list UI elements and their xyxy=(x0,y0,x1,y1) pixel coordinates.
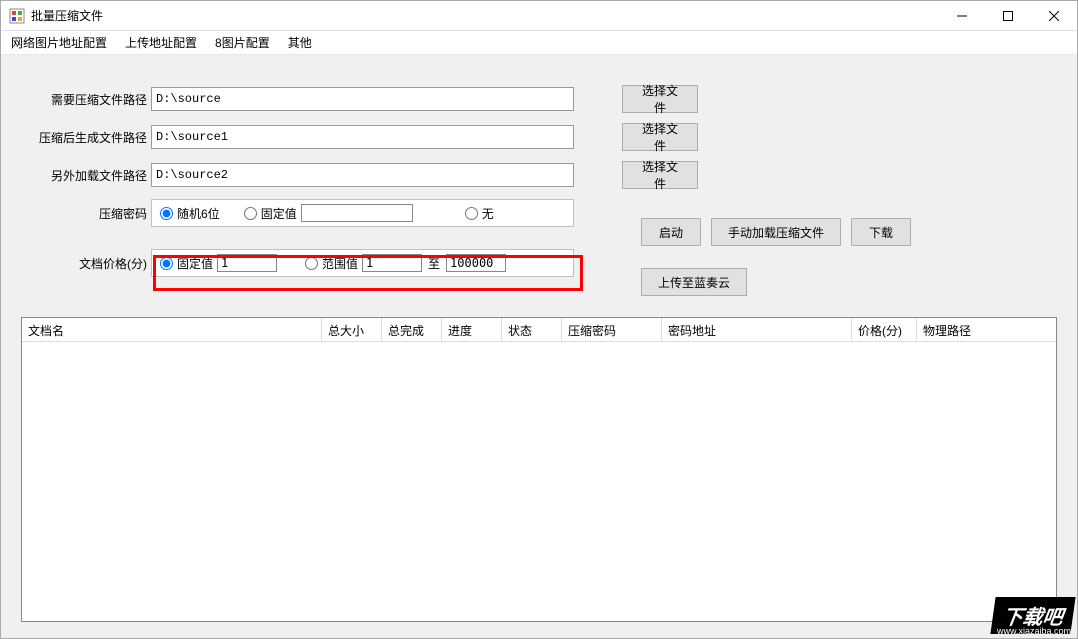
col-totalsize[interactable]: 总大小 xyxy=(322,318,382,341)
price-range-label: 范围值 xyxy=(322,255,358,272)
price-fixed-radio[interactable] xyxy=(160,257,173,270)
extra-path-label: 另外加载文件路径 xyxy=(21,167,151,184)
maximize-button[interactable] xyxy=(985,1,1031,31)
password-random-label: 随机6位 xyxy=(177,205,220,222)
app-icon xyxy=(9,8,25,24)
menu-network-img[interactable]: 网络图片地址配置 xyxy=(11,34,107,51)
password-random-radio[interactable] xyxy=(160,207,173,220)
col-progress[interactable]: 进度 xyxy=(442,318,502,341)
col-totaldone[interactable]: 总完成 xyxy=(382,318,442,341)
start-button[interactable]: 启动 xyxy=(641,218,701,246)
select-extra-button[interactable]: 选择文件 xyxy=(622,161,698,189)
source-path-label: 需要压缩文件路径 xyxy=(21,91,151,108)
price-range-to-input[interactable] xyxy=(446,254,506,272)
password-none-radio[interactable] xyxy=(465,207,478,220)
main-window: 批量压缩文件 网络图片地址配置 上传地址配置 8图片配置 其他 需要压缩文件路径… xyxy=(0,0,1078,639)
password-group: 随机6位 固定值 无 xyxy=(151,199,574,227)
window-title: 批量压缩文件 xyxy=(31,7,103,24)
manual-load-button[interactable]: 手动加载压缩文件 xyxy=(711,218,841,246)
table-header: 文档名 总大小 总完成 进度 状态 压缩密码 密码地址 价格(分) 物理路径 xyxy=(22,318,1056,342)
action-buttons-row1: 启动 手动加载压缩文件 下载 xyxy=(641,218,911,246)
password-fixed-input[interactable] xyxy=(301,204,413,222)
price-fixed-label: 固定值 xyxy=(177,255,213,272)
col-password[interactable]: 压缩密码 xyxy=(562,318,662,341)
output-path-label: 压缩后生成文件路径 xyxy=(21,129,151,146)
col-price[interactable]: 价格(分) xyxy=(852,318,917,341)
source-path-input[interactable] xyxy=(151,87,574,111)
price-range-to-label: 至 xyxy=(428,255,440,272)
price-fixed-input[interactable] xyxy=(217,254,277,272)
form-area: 需要压缩文件路径 选择文件 压缩后生成文件路径 选择文件 另外加载文件路径 选择… xyxy=(1,55,1077,297)
price-range-from-input[interactable] xyxy=(362,254,422,272)
password-fixed-label: 固定值 xyxy=(261,205,297,222)
extra-path-input[interactable] xyxy=(151,163,574,187)
password-fixed-radio[interactable] xyxy=(244,207,257,220)
price-range-radio[interactable] xyxy=(305,257,318,270)
upload-cloud-button[interactable]: 上传至蓝奏云 xyxy=(641,268,747,296)
col-filename[interactable]: 文档名 xyxy=(22,318,322,341)
select-source-button[interactable]: 选择文件 xyxy=(622,85,698,113)
output-path-input[interactable] xyxy=(151,125,574,149)
password-none-label: 无 xyxy=(482,205,494,222)
menubar: 网络图片地址配置 上传地址配置 8图片配置 其他 xyxy=(1,31,1077,55)
minimize-button[interactable] xyxy=(939,1,985,31)
watermark-url: www.xiazaiba.com xyxy=(997,626,1071,636)
file-table[interactable]: 文档名 总大小 总完成 进度 状态 压缩密码 密码地址 价格(分) 物理路径 xyxy=(21,317,1057,622)
titlebar: 批量压缩文件 xyxy=(1,1,1077,31)
menu-other[interactable]: 其他 xyxy=(288,34,312,51)
price-label: 文档价格(分) xyxy=(21,255,151,272)
menu-upload-addr[interactable]: 上传地址配置 xyxy=(125,34,197,51)
password-label: 压缩密码 xyxy=(21,205,151,222)
col-pwdaddr[interactable]: 密码地址 xyxy=(662,318,852,341)
col-status[interactable]: 状态 xyxy=(502,318,562,341)
col-physpath[interactable]: 物理路径 xyxy=(917,318,1056,341)
menu-8img[interactable]: 8图片配置 xyxy=(215,34,270,51)
action-buttons-row2: 上传至蓝奏云 xyxy=(641,268,747,296)
price-group: 固定值 范围值 至 xyxy=(151,249,574,277)
download-button[interactable]: 下载 xyxy=(851,218,911,246)
window-controls xyxy=(939,1,1077,30)
close-button[interactable] xyxy=(1031,1,1077,31)
select-output-button[interactable]: 选择文件 xyxy=(622,123,698,151)
